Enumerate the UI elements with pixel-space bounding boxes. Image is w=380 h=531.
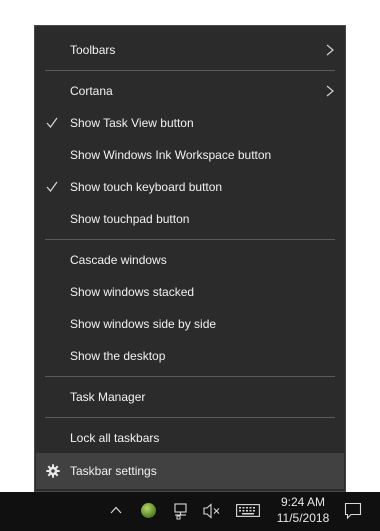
menu-item-show-task-view-button[interactable]: Show Task View button xyxy=(36,108,344,138)
menu-item-lock-all-taskbars[interactable]: Lock all taskbars xyxy=(36,423,344,453)
menu-item-label: Task Manager xyxy=(70,390,146,404)
taskbar-context-menu: Toolbars Cortana Show Task View button S… xyxy=(34,25,346,492)
gear-icon xyxy=(46,464,60,478)
menu-item-task-manager[interactable]: Task Manager xyxy=(36,382,344,412)
menu-item-label: Show windows side by side xyxy=(70,317,217,331)
network-icon[interactable] xyxy=(172,502,190,520)
menu-item-label: Taskbar settings xyxy=(70,464,157,478)
menu-item-label: Cascade windows xyxy=(70,253,167,267)
taskbar: 9:24 AM 11/5/2018 xyxy=(0,492,380,531)
menu-item-show-windows-stacked[interactable]: Show windows stacked xyxy=(36,277,344,307)
menu-separator xyxy=(45,376,335,377)
menu-item-show-the-desktop[interactable]: Show the desktop xyxy=(36,341,344,371)
menu-item-label: Cortana xyxy=(70,84,113,98)
action-center-icon[interactable] xyxy=(344,502,362,520)
menu-item-label: Lock all taskbars xyxy=(70,431,160,445)
app-status-icon[interactable] xyxy=(140,502,157,519)
menu-item-label: Show touchpad button xyxy=(70,212,190,226)
touch-keyboard-icon[interactable] xyxy=(236,504,260,517)
volume-muted-icon[interactable] xyxy=(203,503,221,519)
menu-item-cortana[interactable]: Cortana xyxy=(36,76,344,106)
chevron-right-icon xyxy=(326,44,334,56)
menu-item-label: Show the desktop xyxy=(70,349,166,363)
menu-separator xyxy=(45,70,335,71)
chevron-up-icon[interactable] xyxy=(110,506,122,514)
menu-item-taskbar-settings[interactable]: Taskbar settings xyxy=(36,453,344,489)
menu-item-cascade-windows[interactable]: Cascade windows xyxy=(36,245,344,275)
menu-separator xyxy=(45,417,335,418)
menu-item-label: Show windows stacked xyxy=(70,285,195,299)
menu-item-show-windows-ink-workspace-button[interactable]: Show Windows Ink Workspace button xyxy=(36,140,344,170)
menu-separator xyxy=(45,239,335,240)
desktop: Toolbars Cortana Show Task View button S… xyxy=(0,0,380,531)
menu-item-label: Toolbars xyxy=(70,43,116,57)
chevron-right-icon xyxy=(326,85,334,97)
menu-item-show-touchpad-button[interactable]: Show touchpad button xyxy=(36,204,344,234)
taskbar-clock[interactable]: 9:24 AM 11/5/2018 xyxy=(270,494,336,526)
menu-item-label: Show touch keyboard button xyxy=(70,180,223,194)
checkmark-icon xyxy=(46,117,58,128)
menu-item-toolbars[interactable]: Toolbars xyxy=(36,35,344,65)
menu-item-show-touch-keyboard-button[interactable]: Show touch keyboard button xyxy=(36,172,344,202)
menu-item-label: Show Task View button xyxy=(70,116,194,130)
menu-item-show-windows-side-by-side[interactable]: Show windows side by side xyxy=(36,309,344,339)
checkmark-icon xyxy=(46,181,58,192)
clock-date: 11/5/2018 xyxy=(276,511,330,525)
menu-item-label: Show Windows Ink Workspace button xyxy=(70,148,272,162)
clock-time: 9:24 AM xyxy=(280,495,326,509)
